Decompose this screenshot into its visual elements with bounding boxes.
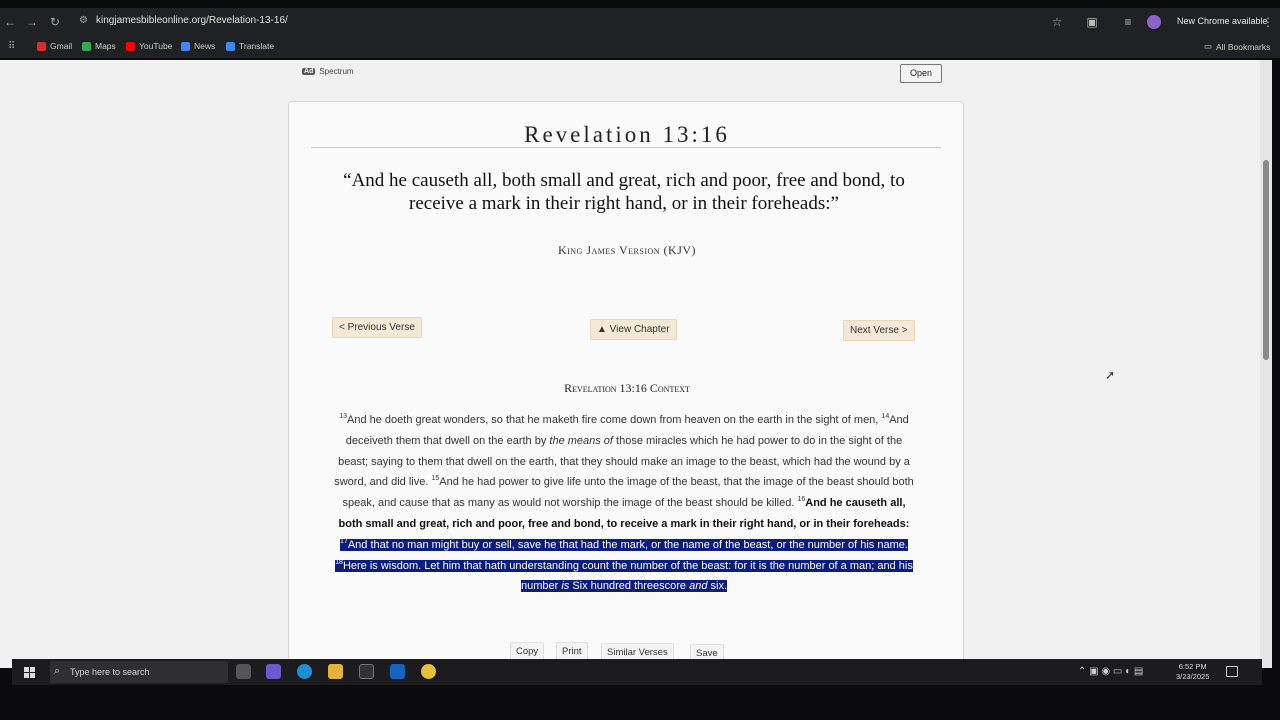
bookmark-news[interactable]: News bbox=[181, 41, 215, 51]
page-scrollbar[interactable] bbox=[1260, 60, 1272, 668]
search-icon: ⌕ bbox=[54, 665, 61, 677]
taskbar-search[interactable]: ⌕ Type here to search bbox=[50, 661, 228, 683]
next-verse-button[interactable]: Next Verse > bbox=[843, 320, 915, 341]
new-chrome-label[interactable]: New Chrome available bbox=[1177, 16, 1268, 26]
folder-icon: ▭ bbox=[1204, 41, 1213, 51]
reload-icon[interactable]: ↻ bbox=[47, 14, 63, 30]
gmail-icon bbox=[37, 41, 46, 51]
extensions-icon[interactable]: ▣ bbox=[1084, 14, 1100, 30]
verse-quote: “And he causeth all, both small and grea… bbox=[343, 170, 905, 214]
store-icon[interactable] bbox=[359, 664, 374, 679]
bookmark-maps[interactable]: Maps bbox=[82, 41, 116, 51]
tune-icon[interactable]: ⚙ bbox=[79, 15, 88, 26]
ad-open-button[interactable]: Open bbox=[900, 64, 942, 83]
bookmark-youtube[interactable]: YouTube bbox=[126, 41, 172, 51]
translate-icon bbox=[226, 41, 235, 51]
verse-18-text-cont: Six hundred threescore bbox=[569, 580, 690, 593]
verse-card: Revelation 13:16 “And he causeth all, bo… bbox=[288, 101, 964, 668]
chrome-icon[interactable] bbox=[421, 664, 436, 679]
verse-number: 18 bbox=[335, 558, 343, 566]
file-explorer-icon[interactable] bbox=[328, 664, 343, 679]
bookmark-translate[interactable]: Translate bbox=[226, 41, 274, 51]
apps-icon[interactable]: ⠿ bbox=[8, 41, 15, 52]
clock-date: 3/23/2025 bbox=[1176, 672, 1210, 681]
verse-17-text: And that no man might buy or sell, save … bbox=[347, 538, 908, 551]
previous-verse-button[interactable]: < Previous Verse bbox=[332, 317, 422, 338]
clock-time: 6:52 PM bbox=[1178, 662, 1207, 671]
star-icon[interactable]: ☆ bbox=[1049, 14, 1065, 30]
title-divider bbox=[311, 147, 941, 148]
context-passage: 13And he doeth great wonders, so that he… bbox=[331, 410, 917, 597]
bookmarks-bar: ⠿ Gmail Maps YouTube News Translate ▭ All… bbox=[0, 36, 1280, 58]
edge-icon[interactable] bbox=[297, 664, 312, 679]
notification-icon[interactable] bbox=[1226, 666, 1238, 677]
all-bookmarks[interactable]: ▭ All Bookmarks bbox=[1204, 41, 1270, 52]
browser-toolbar: ← → ↻ ⚙ kingjamesbibleonline.org/Revelat… bbox=[0, 8, 1280, 36]
profile-icon[interactable] bbox=[1147, 15, 1161, 29]
context-title: Revelation 13:16 Context bbox=[564, 381, 690, 395]
verse-18-italic: and bbox=[689, 580, 708, 593]
system-tray[interactable]: ⌃ ▣ ◉ ▭ ◐ ▤ bbox=[1078, 666, 1143, 677]
verse-14-italic: the means of bbox=[549, 434, 613, 447]
ad-banner[interactable]: Ad Spectrum bbox=[302, 67, 354, 76]
windows-start-icon[interactable] bbox=[24, 667, 35, 678]
verse-18-text-end: six. bbox=[707, 580, 728, 593]
back-icon[interactable]: ← bbox=[2, 14, 18, 30]
verse-number: 13 bbox=[339, 413, 347, 420]
clock[interactable]: 6:52 PM 3/23/2025 bbox=[1176, 662, 1209, 682]
verse-number: 17 bbox=[340, 537, 348, 545]
ad-badge: Ad bbox=[302, 68, 316, 75]
verse-13-text: And he doeth great wonders, so that he m… bbox=[346, 414, 882, 426]
taskbar: ⌕ Type here to search ⌃ ▣ ◉ ▭ ◐ ▤ 6:52 P… bbox=[12, 659, 1262, 685]
youtube-icon bbox=[126, 41, 135, 51]
web-page: Ad Spectrum Open Revelation 13:16 “And h… bbox=[0, 60, 1268, 668]
mouse-cursor-icon: ➚ bbox=[1105, 368, 1116, 382]
ad-label: Spectrum bbox=[319, 67, 354, 76]
task-view-icon[interactable] bbox=[236, 664, 251, 679]
bookmark-gmail[interactable]: Gmail bbox=[37, 41, 72, 51]
outlook-icon[interactable] bbox=[390, 664, 405, 679]
search-input[interactable]: Type here to search bbox=[70, 667, 150, 677]
copilot-icon[interactable] bbox=[266, 664, 281, 679]
screen: ← → ↻ ⚙ kingjamesbibleonline.org/Revelat… bbox=[0, 0, 1280, 720]
forward-icon[interactable]: → bbox=[24, 14, 40, 30]
version-label: King James Version (KJV) bbox=[557, 243, 697, 257]
page-title: Revelation 13:16 bbox=[524, 122, 730, 147]
news-icon bbox=[181, 41, 190, 51]
tab-search-icon[interactable]: ≡ bbox=[1120, 14, 1136, 30]
menu-icon[interactable]: ⋮ bbox=[1260, 14, 1276, 30]
maps-icon bbox=[82, 41, 91, 51]
address-bar[interactable]: kingjamesbibleonline.org/Revelation-13-1… bbox=[96, 15, 288, 26]
selected-text[interactable]: 17And that no man might buy or sell, sav… bbox=[335, 537, 913, 593]
view-chapter-button[interactable]: ▲ View Chapter bbox=[590, 319, 677, 340]
scrollbar-thumb[interactable] bbox=[1263, 160, 1269, 360]
